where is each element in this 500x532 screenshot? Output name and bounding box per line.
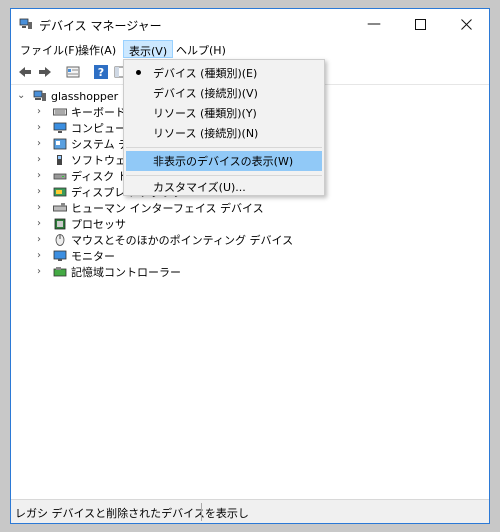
customize-menu-item[interactable]: カスタマイズ(U)... <box>126 177 322 197</box>
menu-separator <box>126 147 322 148</box>
tree-item-label: ヒューマン インターフェイス デバイス <box>71 202 264 215</box>
chevron-down-icon[interactable]: ⌄ <box>17 91 27 101</box>
chevron-right-icon[interactable]: › <box>37 219 47 229</box>
chevron-right-icon[interactable]: › <box>37 187 47 197</box>
hid-icon <box>53 203 67 212</box>
maximize-button[interactable] <box>397 9 443 39</box>
computer-root-icon <box>33 90 46 101</box>
tree-item[interactable]: › プロセッサ <box>37 216 126 232</box>
minimize-icon: — <box>367 16 381 32</box>
chevron-right-icon[interactable]: › <box>37 267 47 277</box>
display-adapter-icon <box>53 187 67 197</box>
chevron-right-icon[interactable]: › <box>37 171 47 181</box>
menu-separator <box>126 175 322 176</box>
computer-icon <box>53 122 67 133</box>
radio-bullet-icon <box>136 70 141 75</box>
back-arrow-icon[interactable] <box>17 64 33 80</box>
tree-item-label: プロセッサ <box>71 218 126 231</box>
tree-item[interactable]: › マウスとそのほかのポインティング デバイス <box>37 232 293 248</box>
keyboard-icon <box>53 108 67 116</box>
minimize-button[interactable]: — <box>351 9 397 39</box>
menu-bar: ファイル(F) 操作(A) 表示(V) ヘルプ(H) <box>11 39 489 59</box>
tree-item[interactable]: › 記憶域コントローラー <box>37 264 181 280</box>
chevron-right-icon[interactable]: › <box>37 107 47 117</box>
device-manager-window: デバイス マネージャー — ファイル(F) 操作(A) 表示(V) ヘルプ(H)… <box>10 8 490 524</box>
chevron-right-icon[interactable]: › <box>37 139 47 149</box>
status-bar: レガシ デバイスと削除されたデバイスを表示し <box>11 499 489 523</box>
svg-text:?: ? <box>98 66 104 79</box>
tree-item-label: 記憶域コントローラー <box>71 266 181 279</box>
menu-item-label: カスタマイズ(U)... <box>153 181 246 194</box>
chevron-right-icon[interactable]: › <box>37 251 47 261</box>
menu-item-label: 非表示のデバイスの表示(W) <box>153 155 294 168</box>
chevron-right-icon[interactable]: › <box>37 155 47 165</box>
view-devices-by-connection[interactable]: デバイス (接続別)(V) <box>126 83 322 103</box>
view-resources-by-connection[interactable]: リソース (接続別)(N) <box>126 123 322 143</box>
close-icon <box>460 18 472 30</box>
maximize-icon <box>414 18 426 30</box>
system-device-icon <box>53 138 67 150</box>
menu-view[interactable]: 表示(V) <box>123 40 174 58</box>
tree-item-label: マウスとそのほかのポインティング デバイス <box>71 234 294 247</box>
chevron-right-icon[interactable]: › <box>37 123 47 133</box>
chevron-right-icon[interactable]: › <box>37 235 47 245</box>
device-manager-icon <box>19 18 32 29</box>
storage-controller-icon <box>53 267 67 277</box>
disk-drive-icon <box>53 173 67 180</box>
show-hidden-devices[interactable]: 非表示のデバイスの表示(W) <box>126 151 322 171</box>
title-bar: デバイス マネージャー — <box>11 9 489 39</box>
properties-icon[interactable] <box>65 64 81 80</box>
help-icon[interactable]: ? <box>93 64 109 80</box>
close-button[interactable] <box>443 9 489 39</box>
window-title: デバイス マネージャー <box>39 19 162 33</box>
tree-item-label: キーボード <box>71 106 126 119</box>
menu-help[interactable]: ヘルプ(H) <box>171 40 231 58</box>
menu-item-label: リソース (種類別)(Y) <box>153 107 257 120</box>
monitor-icon <box>53 250 67 261</box>
tree-root-label: glasshopper <box>51 89 119 103</box>
tree-item-label: モニター <box>71 250 115 263</box>
menu-action[interactable]: 操作(A) <box>73 40 121 58</box>
view-resources-by-type[interactable]: リソース (種類別)(Y) <box>126 103 322 123</box>
tree-item[interactable]: › キーボード <box>37 104 126 120</box>
status-divider <box>201 503 202 521</box>
mouse-icon <box>55 234 65 246</box>
software-device-icon <box>57 155 62 165</box>
menu-item-label: リソース (接続別)(N) <box>153 127 259 140</box>
status-text: レガシ デバイスと削除されたデバイスを表示し <box>15 507 249 520</box>
view-devices-by-type[interactable]: デバイス (種類別)(E) <box>126 63 322 83</box>
forward-arrow-icon[interactable] <box>37 64 53 80</box>
chevron-right-icon[interactable]: › <box>37 203 47 213</box>
tree-item[interactable]: › モニター <box>37 248 115 264</box>
processor-icon <box>54 218 66 230</box>
menu-item-label: デバイス (種類別)(E) <box>153 67 258 80</box>
tree-item[interactable]: › ヒューマン インターフェイス デバイス <box>37 200 264 216</box>
view-menu-dropdown: デバイス (種類別)(E) デバイス (接続別)(V) リソース (種類別)(Y… <box>123 59 325 196</box>
menu-item-label: デバイス (接続別)(V) <box>153 87 258 100</box>
tree-root[interactable]: ⌄ glasshopper <box>17 88 118 104</box>
